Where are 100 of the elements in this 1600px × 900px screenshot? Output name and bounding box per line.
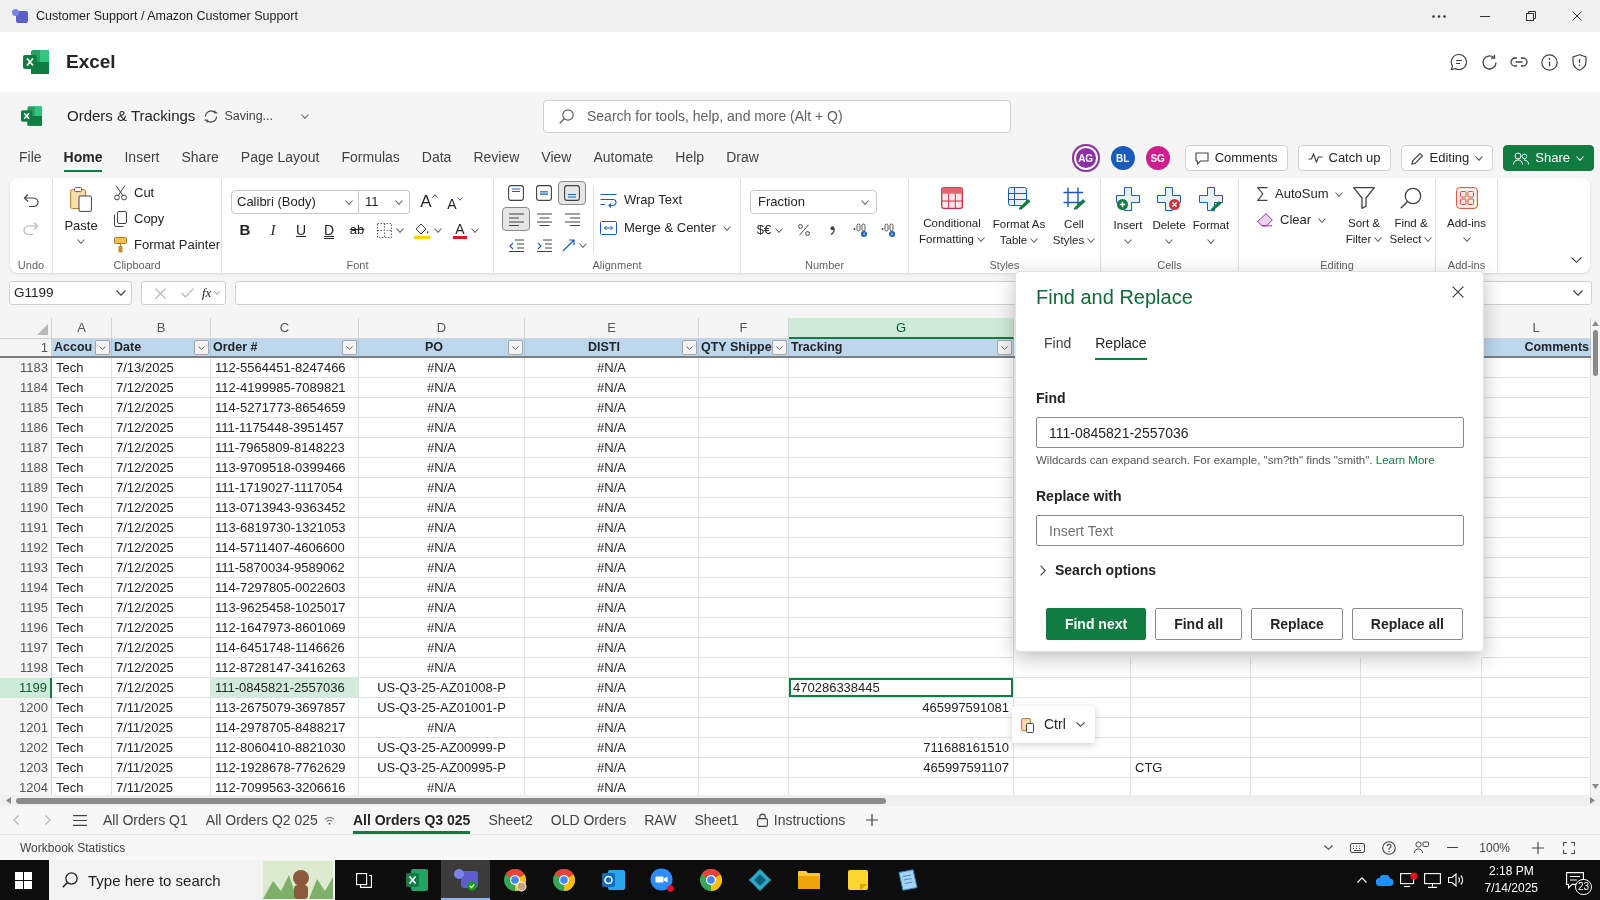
editing-mode-button[interactable]: Editing bbox=[1400, 145, 1494, 171]
row-number[interactable]: 1192 bbox=[0, 538, 52, 558]
row-number[interactable]: 1196 bbox=[0, 618, 52, 638]
horizontal-scrollbar[interactable] bbox=[0, 795, 1600, 806]
ribbon-tab[interactable]: Home bbox=[63, 144, 103, 172]
row-number[interactable]: 1204 bbox=[0, 778, 52, 795]
zoom-level[interactable]: 100% bbox=[1479, 838, 1510, 857]
merge-center-button[interactable]: Merge & Center bbox=[597, 216, 734, 240]
dialog-button[interactable]: Replace all bbox=[1351, 608, 1463, 640]
ribbon-tab[interactable]: Formulas bbox=[341, 144, 400, 172]
dialog-tab[interactable]: Find bbox=[1044, 328, 1072, 360]
column-header[interactable]: B bbox=[112, 318, 211, 339]
add-ins-button[interactable]: Add-ins bbox=[1438, 178, 1495, 254]
replace-input[interactable]: Insert Text bbox=[1036, 515, 1464, 546]
format-as-table-button[interactable]: Format As Table bbox=[989, 178, 1049, 254]
column-header[interactable]: F bbox=[699, 318, 789, 339]
row-number[interactable]: 1201 bbox=[0, 718, 52, 738]
paste-options-button[interactable]: Ctrl bbox=[1012, 706, 1095, 743]
font-size-dropdown[interactable]: 11 bbox=[359, 190, 410, 214]
ribbon-tab[interactable]: Automate bbox=[593, 144, 654, 172]
italic-button[interactable]: I bbox=[259, 217, 287, 243]
underline-button[interactable]: U bbox=[287, 217, 315, 243]
name-box[interactable]: G1199 bbox=[9, 281, 132, 305]
shrink-font-button[interactable]: A bbox=[442, 190, 468, 214]
row-number[interactable]: 1190 bbox=[0, 498, 52, 518]
dialog-button[interactable]: Find next bbox=[1045, 608, 1147, 640]
scrollbar-thumb[interactable] bbox=[16, 797, 886, 804]
row-number[interactable]: 1187 bbox=[0, 438, 52, 458]
sheet-tab[interactable]: OLD Orders bbox=[541, 806, 636, 834]
search-options-toggle[interactable]: Search options bbox=[1040, 560, 1157, 580]
wrap-text-button[interactable]: Wrap Text bbox=[597, 188, 734, 212]
avatar[interactable]: SG bbox=[1145, 146, 1170, 170]
font-color-button[interactable]: A bbox=[447, 217, 485, 243]
filter-button[interactable] bbox=[997, 340, 1012, 355]
row-number[interactable]: 1191 bbox=[0, 518, 52, 538]
delete-button[interactable]: Delete bbox=[1149, 178, 1189, 254]
row-number[interactable]: 1198 bbox=[0, 658, 52, 678]
conditional-formatting-button[interactable]: Conditional Formatting bbox=[915, 178, 989, 254]
column-header[interactable]: E bbox=[525, 318, 699, 339]
ribbon-tab[interactable]: Help bbox=[675, 144, 705, 172]
dialog-tab[interactable]: Replace bbox=[1095, 328, 1147, 360]
sheet-tab[interactable]: All Orders Q1 bbox=[94, 806, 197, 834]
row-number[interactable]: 1197 bbox=[0, 638, 52, 658]
bold-button[interactable]: B bbox=[231, 217, 259, 243]
vertical-align-button[interactable] bbox=[558, 181, 586, 205]
paste-button[interactable]: Paste bbox=[56, 181, 106, 255]
find-select-button[interactable]: Find & Select bbox=[1387, 178, 1435, 254]
workbook-statistics-link[interactable]: Workbook Statistics bbox=[20, 838, 126, 857]
row-number[interactable]: 1186 bbox=[0, 418, 52, 438]
search-field[interactable]: Search for tools, help, and more (Alt + Q) bbox=[543, 99, 1011, 133]
row-number[interactable]: 1203 bbox=[0, 758, 52, 778]
vertical-scrollbar[interactable] bbox=[1591, 318, 1600, 795]
dialog-button[interactable]: Replace bbox=[1251, 608, 1343, 640]
column-header[interactable]: C bbox=[211, 318, 359, 339]
scrollbar-thumb[interactable] bbox=[1593, 330, 1598, 376]
row-number[interactable]: 1189 bbox=[0, 478, 52, 498]
active-cell[interactable]: 470286338445 bbox=[789, 678, 1014, 698]
sort-filter-button[interactable]: Sort & Filter bbox=[1341, 178, 1387, 254]
format-button[interactable]: Format bbox=[1189, 178, 1233, 254]
avatar[interactable]: BL bbox=[1110, 146, 1135, 170]
currency-format-button[interactable]: $€ bbox=[750, 217, 790, 243]
ribbon-tab[interactable]: View bbox=[541, 144, 572, 172]
ribbon-tab[interactable]: Data bbox=[421, 144, 452, 172]
row-number[interactable]: 1202 bbox=[0, 738, 52, 758]
column-header[interactable]: A bbox=[52, 318, 112, 339]
ribbon-tab[interactable]: Page Layout bbox=[240, 144, 320, 172]
sheet-tab[interactable]: Sheet1 bbox=[685, 806, 748, 834]
find-input[interactable]: 111-0845821-2557036 bbox=[1036, 417, 1464, 448]
row-number[interactable]: 1188 bbox=[0, 458, 52, 478]
cut-button[interactable]: Cut bbox=[110, 181, 224, 205]
sheet-tab[interactable]: All Orders Q2 025 bbox=[196, 806, 344, 834]
ribbon-tab[interactable]: File bbox=[19, 144, 42, 172]
ribbon-tab[interactable]: Draw bbox=[726, 144, 759, 172]
row-number[interactable]: 1195 bbox=[0, 598, 52, 618]
sheet-tab[interactable]: Instructions bbox=[747, 806, 855, 834]
chat-button[interactable] bbox=[1448, 51, 1470, 73]
clock-button[interactable]: 2:18 PM 7/14/2025 bbox=[1480, 860, 1542, 900]
learn-more-link[interactable]: Learn More bbox=[1375, 454, 1435, 466]
notifications-button[interactable]: 23 bbox=[1560, 860, 1590, 900]
ribbon-tab[interactable]: Insert bbox=[124, 144, 160, 172]
row-number[interactable]: 1199 bbox=[0, 678, 52, 698]
column-header[interactable]: L bbox=[1482, 318, 1591, 339]
column-header[interactable]: D bbox=[359, 318, 525, 339]
sheet-tab[interactable]: RAW bbox=[635, 806, 686, 834]
dialog-button[interactable]: Find all bbox=[1155, 608, 1243, 640]
cell-styles-button[interactable]: Cell Styles bbox=[1049, 178, 1099, 254]
comments-button[interactable]: Comments bbox=[1184, 145, 1288, 171]
strikethrough-button[interactable]: ab bbox=[343, 217, 371, 243]
format-painter-button[interactable]: Format Painter bbox=[110, 233, 224, 257]
font-name-dropdown[interactable]: Calibri (Body) bbox=[231, 190, 359, 214]
autosum-button[interactable]: AutoSum bbox=[1253, 182, 1341, 206]
row-number[interactable]: 1183 bbox=[0, 358, 52, 378]
avatar[interactable]: AG bbox=[1071, 144, 1100, 172]
insert-button[interactable]: Insert bbox=[1107, 178, 1149, 254]
row-number[interactable]: 1193 bbox=[0, 558, 52, 578]
column-header[interactable]: G bbox=[789, 318, 1014, 339]
ribbon-tab[interactable]: Review bbox=[473, 144, 520, 172]
row-number[interactable]: 1184 bbox=[0, 378, 52, 398]
catch-up-button[interactable]: Catch up bbox=[1297, 145, 1391, 171]
row-number[interactable]: 1194 bbox=[0, 578, 52, 598]
